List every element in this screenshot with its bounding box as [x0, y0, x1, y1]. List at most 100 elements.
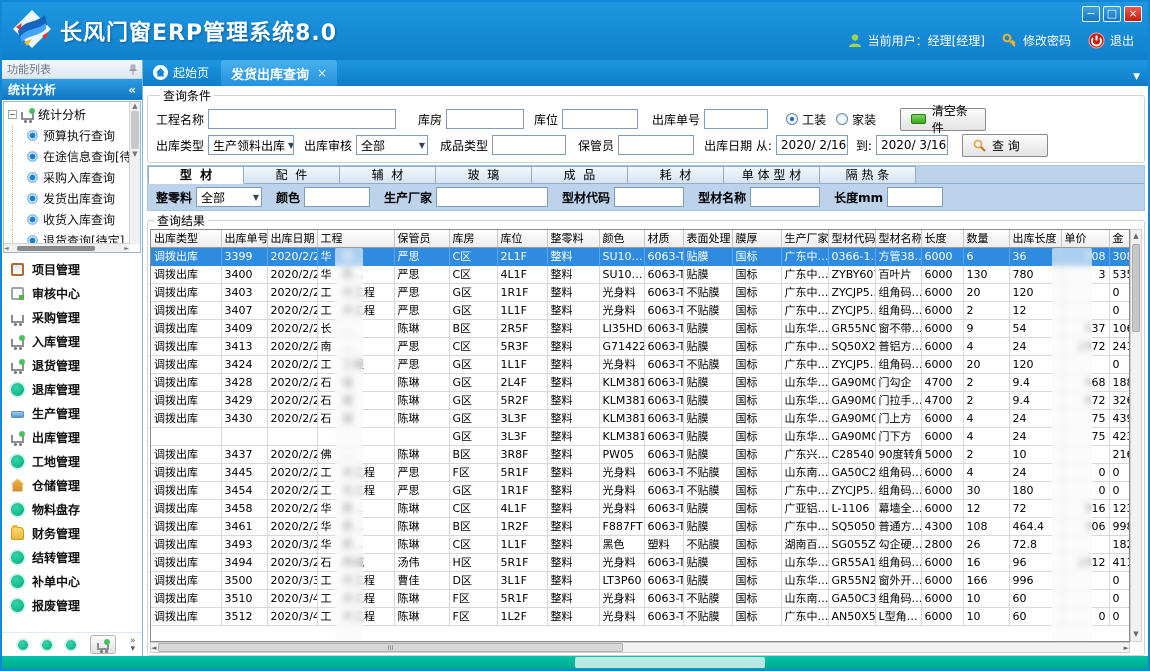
sidebar-item-项目管理[interactable]: 项目管理	[2, 257, 142, 281]
manufacturer-input[interactable]	[436, 187, 548, 207]
table-row[interactable]: 调拨出库34002020/2/25华 原…严思C区4L1F整料SU10…6063…	[151, 265, 1130, 283]
tree-root-node[interactable]: − 统计分析	[6, 104, 140, 125]
sidebar-item-物料盘存[interactable]: 物料盘存	[2, 497, 142, 521]
table-row[interactable]: 调拨出库34032020/2/25工 共工程严思G区1R1F整料光身料6063-…	[151, 283, 1130, 301]
sidebar-item-补单中心[interactable]: 补单中心	[2, 569, 142, 593]
table-row[interactable]: 调拨出库34132020/2/26南 …严思C区5R3F整料G714226063…	[151, 337, 1130, 355]
column-header-表面处理[interactable]: 表面处理	[683, 230, 732, 247]
collapsed-cart-button[interactable]	[90, 635, 116, 654]
subtab-玻璃[interactable]: 玻 璃	[436, 166, 532, 184]
tab-close-icon[interactable]: ×	[317, 66, 327, 80]
column-header-颜色[interactable]: 颜色	[599, 230, 644, 247]
outbound-type-select[interactable]: 生产领料出库▼	[208, 135, 294, 155]
minimize-button[interactable]: −	[1082, 6, 1100, 22]
sidebar-item-结转管理[interactable]: 结转管理	[2, 545, 142, 569]
column-header-型材代码[interactable]: 型材代码	[828, 230, 875, 247]
date-from-picker[interactable]: 2020/ 2/16▼	[776, 135, 848, 155]
warehouse-input[interactable]	[446, 109, 524, 129]
table-row[interactable]: 调拨出库34072020/2/25工 共工程严思G区1L1F整料光身料6063-…	[151, 301, 1130, 319]
close-button[interactable]: ×	[1124, 6, 1142, 22]
tab-active[interactable]: 发货出库查询 ×	[221, 60, 337, 86]
tab-list-dropdown-icon[interactable]: ▼	[1133, 72, 1140, 82]
sidebar-item-退货管理[interactable]: 退货管理	[2, 353, 142, 377]
column-header-数量[interactable]: 数量	[963, 230, 1009, 247]
change-password-link[interactable]: 修改密码	[1002, 32, 1071, 49]
sidebar-item-采购管理[interactable]: 采购管理	[2, 305, 142, 329]
subtab-型材[interactable]: 型 材	[148, 166, 244, 184]
column-header-库位[interactable]: 库位	[497, 230, 547, 247]
project-name-input[interactable]	[208, 109, 396, 129]
tab-home[interactable]: 起始页	[143, 64, 221, 86]
column-header-出库日期[interactable]: 出库日期	[267, 230, 317, 247]
profile-code-input[interactable]	[614, 187, 684, 207]
subtab-单体型材[interactable]: 单 体 型 材	[724, 166, 820, 184]
subtab-隔热条[interactable]: 隔 热 条	[820, 166, 916, 184]
tree-horizontal-scrollbar[interactable]: ◄►	[4, 243, 129, 252]
table-vertical-scrollbar[interactable]: ▲▼	[1130, 229, 1142, 642]
sidebar-item-审核中心[interactable]: 审核中心	[2, 281, 142, 305]
collapse-icon[interactable]: «	[128, 83, 136, 97]
radio-gongzhuang[interactable]: 工装	[786, 111, 826, 128]
table-row[interactable]: 调拨出库35002020/3/3工 共工程曹佳D区3L1F整料LT3P60606…	[151, 571, 1130, 589]
column-header-工程[interactable]: 工程	[317, 230, 394, 247]
column-header-出库类型[interactable]: 出库类型	[151, 230, 221, 247]
table-row[interactable]: 调拨出库34302020/2/26石 城陈琳G区3L3F整料KLM3817606…	[151, 409, 1130, 427]
table-row[interactable]: 调拨出库35122020/3/4工 共工程陈琳F区1L2F整料光身料6063-T…	[151, 607, 1130, 625]
overflow-chevron[interactable]: »▾	[130, 637, 136, 653]
table-row[interactable]: 调拨出库34582020/2/28华 原…陈琳C区4L1F整料光身料6063-T…	[151, 499, 1130, 517]
location-input[interactable]	[562, 109, 638, 129]
tree-item[interactable]: 在途信息查询[待	[12, 146, 140, 167]
column-header-长度[interactable]: 长度	[921, 230, 963, 247]
collapsed-group-icon[interactable]	[66, 640, 76, 650]
length-input[interactable]	[887, 187, 943, 207]
sidebar-item-生产管理[interactable]: 生产管理	[2, 401, 142, 425]
logout-button[interactable]: 退出	[1088, 32, 1134, 49]
table-row[interactable]: 调拨出库34092020/2/25长 …陈琳B区2R5F整料LI35HD6063…	[151, 319, 1130, 337]
table-row[interactable]: 调拨出库34452020/2/27工 共工程严思F区5R1F整料光身料6063-…	[151, 463, 1130, 481]
column-header-整零料[interactable]: 整零料	[547, 230, 599, 247]
order-no-input[interactable]	[704, 109, 768, 129]
pin-icon[interactable]	[129, 64, 137, 75]
tree-item[interactable]: 预算执行查询	[12, 125, 140, 146]
sidebar-item-工地管理[interactable]: 工地管理	[2, 449, 142, 473]
table-row[interactable]: G区3L3F整料KLM38176063-T5贴膜国标山东华…GA90M09.门下…	[151, 427, 1130, 445]
radio-jiazhuang[interactable]: 家装	[836, 111, 876, 128]
table-row[interactable]: 调拨出库34372020/2/27佛 …陈琳B区3R8F整料PW056063-T…	[151, 445, 1130, 463]
table-row[interactable]: 调拨出库35102020/3/4工 共工程陈琳F区5R1F整料光身料6063-T…	[151, 589, 1130, 607]
keeper-input[interactable]	[618, 135, 694, 155]
subtab-成品[interactable]: 成 品	[532, 166, 628, 184]
tree-item[interactable]: 发货出库查询	[12, 188, 140, 209]
sidebar-item-退库管理[interactable]: 退库管理	[2, 377, 142, 401]
subtab-配件[interactable]: 配 件	[244, 166, 340, 184]
sidebar-item-出库管理[interactable]: 出库管理	[2, 425, 142, 449]
audit-select[interactable]: 全部▼	[356, 135, 428, 155]
column-header-保管员[interactable]: 保管员	[394, 230, 449, 247]
date-to-picker[interactable]: 2020/ 3/16▼	[876, 135, 948, 155]
collapsed-group-icon[interactable]	[42, 640, 52, 650]
column-header-膜厚[interactable]: 膜厚	[732, 230, 781, 247]
search-button[interactable]: 查 询	[962, 134, 1048, 157]
column-header-出库长度[interactable]: 出库长度	[1009, 230, 1061, 247]
whole-piece-select[interactable]: 全部▼	[196, 187, 262, 207]
tree-item[interactable]: 采购入库查询	[12, 167, 140, 188]
column-header-型材名称[interactable]: 型材名称	[875, 230, 921, 247]
sidebar-item-仓储管理[interactable]: 仓储管理	[2, 473, 142, 497]
sidebar-item-入库管理[interactable]: 入库管理	[2, 329, 142, 353]
subtab-耗材[interactable]: 耗 材	[628, 166, 724, 184]
table-row[interactable]: 调拨出库34292020/2/26石 城陈琳G区5R2F整料KLM3817606…	[151, 391, 1130, 409]
column-header-生产厂家[interactable]: 生产厂家	[781, 230, 828, 247]
clear-conditions-button[interactable]: 清空条件	[900, 108, 986, 131]
table-row[interactable]: 调拨出库33992020/2/25华 原…严思C区2L1F整料SU10…6063…	[151, 247, 1130, 265]
sidebar-item-财务管理[interactable]: 财务管理	[2, 521, 142, 545]
table-row[interactable]: 调拨出库34242020/2/26工 工程严思G区1L1F整料光身料6063-T…	[151, 355, 1130, 373]
column-header-出库单号[interactable]: 出库单号	[221, 230, 267, 247]
collapsed-group-icon[interactable]	[18, 640, 28, 650]
tree-item[interactable]: 收货入库查询	[12, 209, 140, 230]
maximize-button[interactable]: □	[1103, 6, 1121, 22]
product-type-input[interactable]	[492, 135, 566, 155]
column-header-库房[interactable]: 库房	[449, 230, 497, 247]
table-row[interactable]: 调拨出库34942020/3/2石 辉城汤伟H区5R1F整料光身料6063-T5…	[151, 553, 1130, 571]
profile-name-input[interactable]	[750, 187, 820, 207]
tree-vertical-scrollbar[interactable]: ▲▼	[129, 102, 140, 244]
table-row[interactable]: 调拨出库34612020/2/28华 原…陈琳B区1R2F整料F887FT606…	[151, 517, 1130, 535]
